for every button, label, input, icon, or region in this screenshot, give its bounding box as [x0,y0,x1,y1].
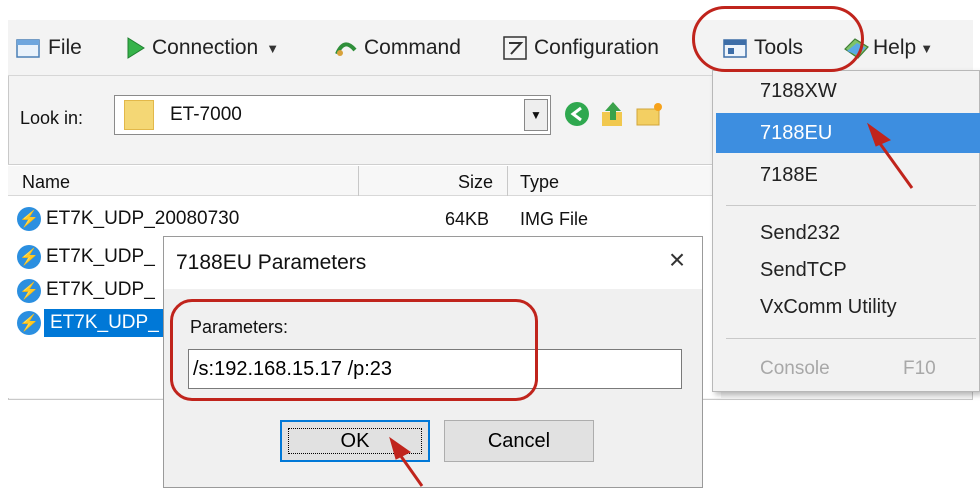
arrow-to-7188eu [866,122,914,189]
arrow-to-ok [389,436,424,487]
annotation-arrows [389,122,914,487]
